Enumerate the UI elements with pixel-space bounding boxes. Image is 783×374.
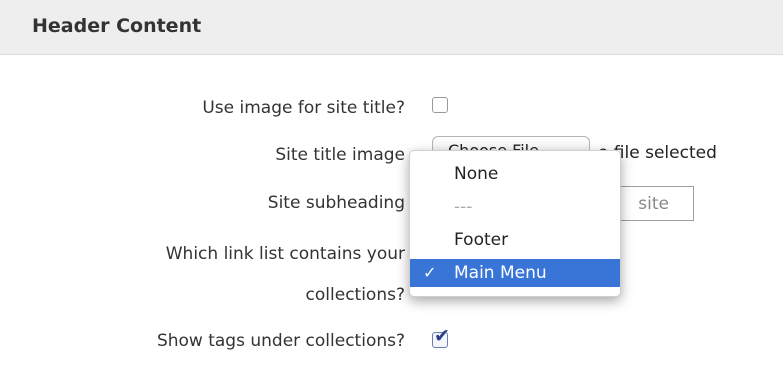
section-title: Header Content <box>32 15 202 37</box>
section-header: Header Content <box>0 0 783 55</box>
link-list-label-line2: collections? <box>305 285 405 305</box>
site-subheading-value: site <box>638 194 669 214</box>
link-list-label-line1: Which link list contains your <box>165 244 405 264</box>
site-subheading-label: Site subheading <box>267 193 405 213</box>
use-image-label: Use image for site title? <box>202 98 405 118</box>
use-image-checkbox[interactable] <box>432 97 448 113</box>
link-list-dropdown-menu[interactable]: None --- Footer ✓ Main Menu <box>409 150 621 297</box>
checkmark-icon: ✔ <box>434 325 450 347</box>
show-tags-checkbox[interactable]: ✔ <box>432 327 450 348</box>
dropdown-option-main-menu-label: Main Menu <box>454 263 547 283</box>
show-tags-label: Show tags under collections? <box>156 331 405 351</box>
dropdown-option-main-menu[interactable]: ✓ Main Menu <box>410 259 620 287</box>
dropdown-separator: --- <box>454 197 473 217</box>
selected-check-icon: ✓ <box>423 263 437 282</box>
dropdown-option-none[interactable]: None <box>410 160 620 188</box>
dropdown-option-footer[interactable]: Footer <box>410 226 620 254</box>
site-title-image-label: Site title image <box>275 145 405 165</box>
